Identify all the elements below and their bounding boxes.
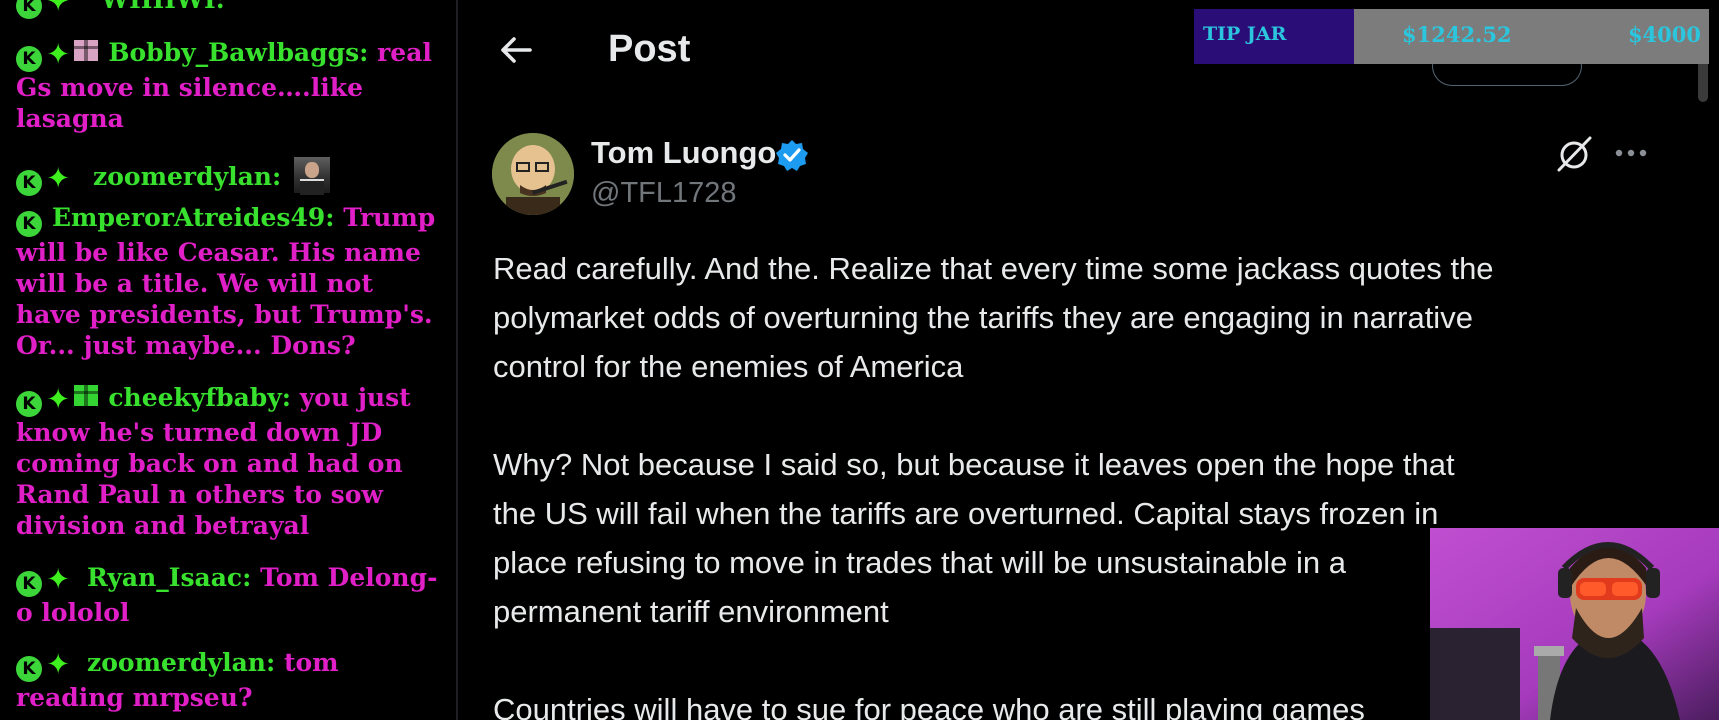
chat-message: K ✦ Bobby_Bawlbaggs: real Gs move in silen… bbox=[16, 37, 446, 134]
kick-badge-icon: K bbox=[16, 170, 42, 196]
star-badge-icon: ✦ bbox=[46, 161, 71, 195]
chat-username[interactable]: cheekyfbaby: bbox=[108, 383, 291, 412]
chat-panel: K✦ WIIIIWI: K✦Bobby_Bawlbaggs: real Gs m… bbox=[0, 0, 458, 720]
chat-message: K ✦ Ryan_Isaac: Tom Delong-o lololol bbox=[16, 562, 446, 628]
chat-username[interactable]: EmperorAtreides49: bbox=[52, 203, 334, 232]
author-avatar[interactable] bbox=[492, 133, 574, 215]
kick-badge-icon: K bbox=[16, 571, 42, 597]
star-badge-icon: ✦ bbox=[46, 0, 71, 18]
author-name[interactable]: Tom Luongo bbox=[591, 135, 776, 171]
chat-username[interactable]: Ryan_Isaac: bbox=[87, 563, 251, 592]
portrait-emote-icon bbox=[293, 157, 330, 195]
verified-badge-icon bbox=[776, 140, 808, 171]
tip-jar-overlay: TIP JAR $1242.52 $4000 bbox=[1194, 9, 1709, 64]
tip-jar-current-amount: $1242.52 bbox=[1402, 22, 1512, 47]
kick-badge-icon: K bbox=[16, 656, 42, 682]
author-handle[interactable]: @TFL1728 bbox=[591, 177, 737, 210]
star-badge-icon: ✦ bbox=[46, 382, 71, 416]
chat-username[interactable]: Bobby_Bawlbaggs: bbox=[108, 38, 368, 67]
chat-message: K EmperorAtreides49: Trump will be like C… bbox=[16, 202, 446, 361]
kick-badge-icon: K bbox=[16, 391, 42, 417]
kick-badge-icon: K bbox=[16, 0, 42, 19]
kick-badge-icon: K bbox=[16, 46, 42, 72]
kick-badge-icon: K bbox=[16, 211, 42, 237]
star-badge-icon: ✦ bbox=[46, 562, 71, 596]
webcam-overlay bbox=[1430, 528, 1719, 720]
chat-message: K ✦ zoomerdylan: bbox=[16, 157, 446, 196]
star-badge-icon: ✦ bbox=[46, 647, 71, 681]
chat-username[interactable]: WIIIIWI: bbox=[101, 0, 225, 14]
star-badge-icon: ✦ bbox=[46, 37, 71, 71]
grok-icon[interactable] bbox=[1554, 134, 1594, 174]
more-icon[interactable] bbox=[1613, 138, 1649, 168]
gift-badge-icon bbox=[74, 40, 99, 61]
tip-jar-goal-amount: $4000 bbox=[1627, 22, 1701, 47]
chat-message: K ✦ cheekyfbaby: you just know he's turned… bbox=[16, 382, 446, 541]
gift-badge-icon bbox=[74, 385, 99, 406]
chat-username[interactable]: zoomerdylan: bbox=[93, 162, 281, 191]
page-title: Post bbox=[608, 28, 691, 70]
back-arrow-icon[interactable] bbox=[496, 30, 536, 70]
chat-message: K ✦ zoomerdylan: tom reading mrpseu? bbox=[16, 647, 446, 713]
tip-jar-label: TIP JAR bbox=[1203, 23, 1287, 45]
chat-username[interactable]: zoomerdylan: bbox=[87, 648, 275, 677]
chat-message: K✦ WIIIIWI: bbox=[16, 0, 446, 19]
